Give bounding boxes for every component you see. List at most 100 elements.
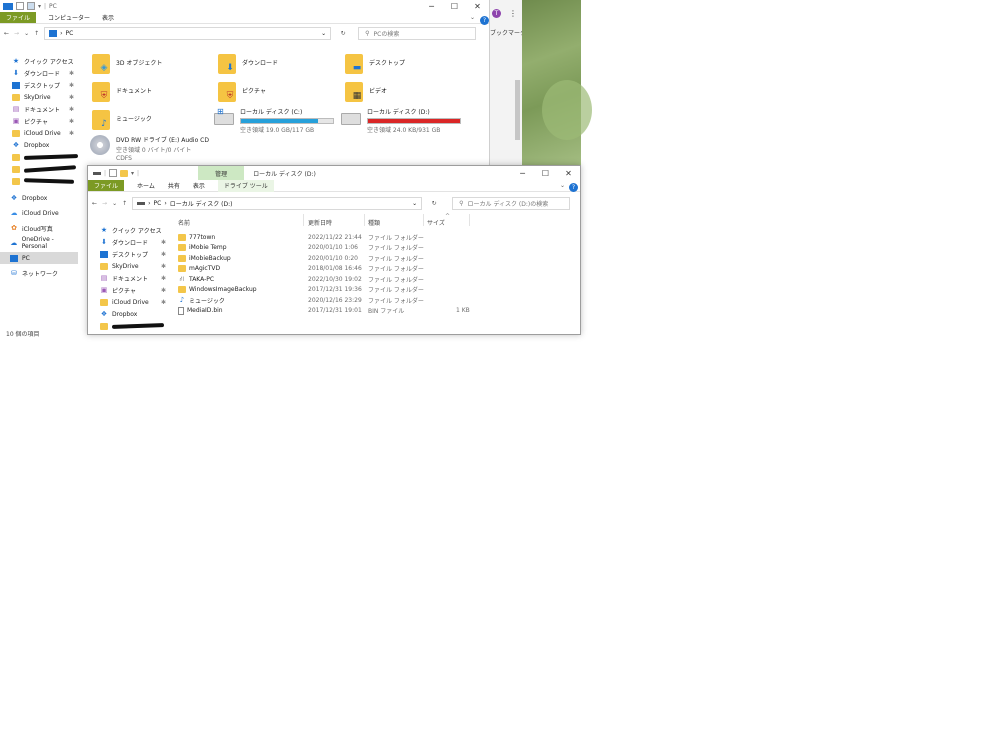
tile-pictures[interactable]: ⛨ ピクチャ [218,82,266,102]
table-row[interactable]: ♪ ミュージック 2020/12/16 23:29 ファイル フォルダー [178,295,478,305]
tile-videos[interactable]: ▦ ビデオ [345,82,387,102]
pin-icon[interactable]: ✱ [69,82,74,89]
profile-avatar[interactable]: T [492,9,501,18]
forward-icon[interactable]: → [14,30,19,37]
address-dropdown-icon[interactable]: ⌄ [412,200,417,207]
nav-item-pictures[interactable]: ▣ ピクチャ ✱ [0,115,78,127]
recent-dropdown-icon[interactable]: ⌄ [112,200,117,207]
address-bar[interactable]: › PC › ローカル ディスク (D:) ⌄ [132,196,423,210]
nav-item-icloud-drive[interactable]: iCloud Drive ✱ [0,127,78,139]
tile-drive-d[interactable]: ローカル ディスク (D:) 空き領域 24.0 KB/931 GB [341,107,461,134]
bookmarks-text[interactable]: ブックマーク [490,28,526,37]
table-row[interactable]: mAgicTVD 2018/01/08 16:46 ファイル フォルダー [178,264,478,274]
tab-view[interactable]: 表示 [102,13,114,22]
nav-item-dropbox-root[interactable]: ❖ Dropbox [0,192,78,204]
breadcrumb-pc[interactable]: PC [154,200,162,207]
pin-icon[interactable]: ✱ [161,263,166,270]
nav-item-quick-access[interactable]: ★ クイック アクセス [0,55,78,67]
address-dropdown-icon[interactable]: ⌄ [321,30,326,37]
tab-view[interactable]: 表示 [193,181,205,190]
table-row[interactable]: ⛙ TAKA-PC 2022/10/30 19:02 ファイル フォルダー [178,274,478,284]
nav-item-redacted[interactable] [88,320,170,332]
maximize-button[interactable]: ☐ [534,167,557,179]
new-folder-icon[interactable] [27,2,35,10]
refresh-icon[interactable]: ↻ [427,200,441,207]
column-header-modified[interactable]: 更新日時 [308,218,332,227]
tab-file[interactable]: ファイル [0,12,37,23]
nav-item-dropbox[interactable]: ❖ Dropbox [0,139,78,151]
column-divider[interactable] [364,214,365,226]
search-input[interactable]: ⚲ ローカル ディスク (D:)の検索 [452,196,571,210]
nav-item-documents[interactable]: ▤ ドキュメント ✱ [0,103,78,115]
nav-item-desktop[interactable]: デスクトップ ✱ [88,248,170,260]
ribbon-expand-icon[interactable]: ⌄ [560,182,565,189]
close-button[interactable]: ✕ [466,0,489,12]
back-icon[interactable]: ← [92,200,97,207]
tile-dvd-drive[interactable]: DVD RW ドライブ (E:) Audio CD 空き領域 0 バイト/0 バ… [90,135,209,162]
pin-icon[interactable]: ✱ [161,287,166,294]
pin-icon[interactable]: ✱ [161,275,166,282]
nav-item-redacted[interactable] [0,163,78,175]
tile-3d-objects[interactable]: ◈ 3D オブジェクト [92,54,162,74]
pin-icon[interactable]: ✱ [161,251,166,258]
table-row[interactable]: 777town 2022/11/22 21:44 ファイル フォルダー [178,232,478,242]
up-icon[interactable]: ↑ [34,30,39,37]
nav-item-downloads[interactable]: ⬇ ダウンロード ✱ [0,67,78,79]
pin-icon[interactable]: ✱ [69,130,74,137]
maximize-button[interactable]: ☐ [443,0,466,12]
tab-home[interactable]: ホーム [137,181,155,190]
table-row[interactable]: iMobie Temp 2020/01/10 1:06 ファイル フォルダー [178,243,478,253]
table-row[interactable]: iMobieBackup 2020/01/10 0:20 ファイル フォルダー [178,253,478,263]
pin-icon[interactable]: ✱ [69,118,74,125]
minimize-button[interactable]: ─ [511,167,534,179]
column-header-type[interactable]: 種類 [368,218,380,227]
new-folder-icon[interactable] [120,169,129,177]
nav-item-network[interactable]: ⛁ ネットワーク [0,267,78,279]
table-row[interactable]: MediaID.bin 2017/12/31 19:01 BIN ファイル 1 KB [178,306,478,316]
column-divider[interactable] [303,214,304,226]
address-bar[interactable]: › PC ⌄ [44,26,332,40]
breadcrumb-drive[interactable]: ローカル ディスク (D:) [170,199,233,208]
back-icon[interactable]: ← [4,30,9,37]
nav-item-dropbox[interactable]: ❖ Dropbox [88,308,170,320]
nav-item-redacted[interactable] [0,175,78,187]
tile-documents[interactable]: ⛨ ドキュメント [92,82,152,102]
pin-icon[interactable]: ✱ [69,106,74,113]
tile-drive-c[interactable]: ⊞ ローカル ディスク (C:) 空き領域 19.0 GB/117 GB [214,107,334,134]
pin-icon[interactable]: ✱ [161,239,166,246]
column-header-size[interactable]: サイズ [427,218,445,227]
tab-file[interactable]: ファイル [88,180,125,191]
nav-item-pc[interactable]: PC [0,252,78,264]
nav-item-icloud-drive[interactable]: iCloud Drive ✱ [88,296,170,308]
nav-item-documents[interactable]: ▤ ドキュメント ✱ [88,272,170,284]
nav-item-onedrive[interactable]: ☁ OneDrive - Personal [0,236,78,250]
column-divider[interactable] [469,214,470,226]
tab-manage[interactable]: 管理 [198,166,245,180]
tab-share[interactable]: 共有 [168,181,180,190]
close-button[interactable]: ✕ [557,167,580,179]
tab-computer[interactable]: コンピューター [48,13,90,22]
nav-item-pictures[interactable]: ▣ ピクチャ ✱ [88,284,170,296]
tile-music[interactable]: ♪ ミュージック [92,110,152,130]
pin-icon[interactable]: ✱ [69,94,74,101]
nav-item-quick-access[interactable]: ★ クイック アクセス [88,224,170,236]
nav-item-skydrive[interactable]: SkyDrive ✱ [0,91,78,103]
recent-dropdown-icon[interactable]: ⌄ [24,30,29,37]
nav-item-redacted[interactable] [0,151,79,163]
nav-item-redacted[interactable] [88,332,170,334]
tile-downloads[interactable]: ⬇ ダウンロード [218,54,278,74]
help-icon[interactable]: ? [480,16,489,25]
up-icon[interactable]: ↑ [122,200,127,207]
pin-icon[interactable]: ✱ [69,70,74,77]
nav-item-downloads[interactable]: ⬇ ダウンロード ✱ [88,236,170,248]
refresh-icon[interactable]: ↻ [336,30,350,37]
nav-item-desktop[interactable]: デスクトップ ✱ [0,79,78,91]
column-divider[interactable] [423,214,424,226]
nav-item-skydrive[interactable]: SkyDrive ✱ [88,260,170,272]
qa-dropdown-icon[interactable]: ▾ [131,170,134,177]
pin-icon[interactable]: ✱ [161,299,166,306]
table-row[interactable]: WindowsImageBackup 2017/12/31 19:36 ファイル フ… [178,285,478,295]
browser-menu-icon[interactable]: ⋮ [509,9,517,18]
forward-icon[interactable]: → [102,200,107,207]
column-header-name[interactable]: 名前 [178,218,190,227]
